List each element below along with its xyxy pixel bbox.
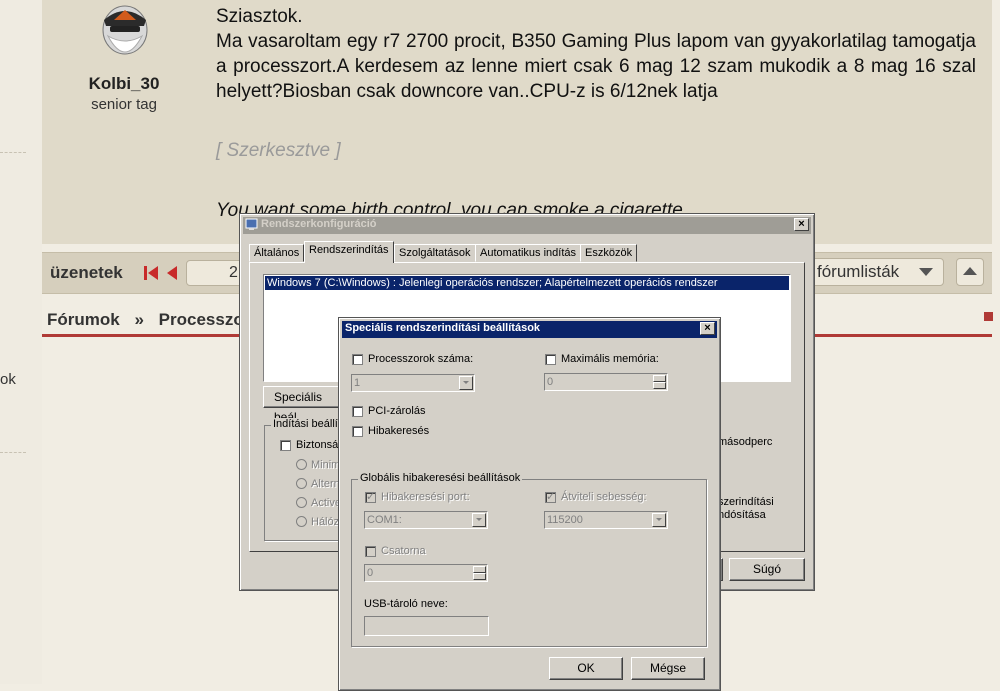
debug-port-select[interactable]: COM1:	[364, 511, 488, 529]
post-body: Sziasztok. Ma vasaroltam egy r7 2700 pro…	[216, 4, 976, 104]
divider	[0, 452, 26, 453]
max-memory-checkbox[interactable]	[545, 354, 556, 365]
channel-spinner[interactable]: 0	[364, 564, 488, 582]
spin-up-icon[interactable]	[473, 566, 486, 573]
left-column	[0, 0, 42, 684]
radio-alternate-label: Altern	[311, 478, 340, 490]
close-button[interactable]: ×	[794, 218, 809, 231]
breadcrumb-separator: »	[134, 310, 144, 329]
chevron-down-icon	[459, 376, 473, 390]
marker-square	[984, 312, 993, 321]
baud-rate-label: Átviteli sebesség:	[561, 491, 647, 503]
chevron-down-icon	[652, 513, 666, 527]
radio-network[interactable]	[296, 516, 307, 527]
username[interactable]: Kolbi_30	[60, 74, 188, 94]
radio-alternate[interactable]	[296, 478, 307, 489]
max-memory-label: Maximális memória:	[561, 353, 659, 365]
page-selector[interactable]: 2	[186, 260, 246, 286]
tab-boot[interactable]: Rendszerindítás	[304, 241, 394, 263]
close-button[interactable]: ×	[700, 322, 715, 335]
forum-lists-select[interactable]: fórumlisták	[808, 258, 944, 286]
help-button[interactable]: Súgó	[729, 558, 805, 581]
debug-label: Hibakeresés	[368, 425, 430, 437]
radio-minimal[interactable]	[296, 459, 307, 470]
dialog-title: Speciális rendszerindítási beállítások	[345, 322, 541, 334]
baud-rate-checkbox[interactable]	[545, 490, 556, 503]
prev-page-icon[interactable]	[166, 264, 178, 282]
num-processors-checkbox[interactable]	[352, 354, 363, 365]
permanent-text-1: szerindítási	[718, 496, 774, 508]
ok-button[interactable]: OK	[549, 657, 623, 680]
usb-target-label: USB-tároló neve:	[364, 598, 448, 610]
messages-label: üzenetek	[50, 263, 123, 282]
chevron-up-icon	[963, 267, 977, 275]
user-rank: senior tag	[91, 96, 157, 113]
spin-up-icon[interactable]	[653, 375, 666, 382]
timeout-unit: másodperc	[718, 436, 773, 448]
debug-checkbox[interactable]	[352, 426, 363, 437]
pci-lock-checkbox[interactable]	[352, 406, 363, 417]
group-title: Indítási beállít	[271, 418, 343, 430]
cancel-button[interactable]: Mégse	[631, 657, 705, 680]
num-processors-select[interactable]: 1	[351, 374, 475, 392]
baud-rate-select[interactable]: 115200	[544, 511, 668, 529]
post-line: Ma vasaroltam egy r7 2700 procit, B350 G…	[216, 31, 976, 102]
system-config-icon	[245, 218, 258, 230]
max-memory-value: 0	[547, 376, 554, 388]
safe-boot-checkbox[interactable]	[280, 440, 291, 451]
debug-port-label: Hibakeresési port:	[381, 491, 470, 503]
title-bar[interactable]: Rendszerkonfiguráció ×	[243, 217, 811, 234]
pci-lock-label: PCI-zárolás	[368, 405, 426, 417]
breadcrumb: Fórumok » Processzo	[47, 310, 244, 330]
breadcrumb-home[interactable]: Fórumok	[47, 310, 120, 329]
tab-tools[interactable]: Eszközök	[580, 244, 638, 262]
group-title: Globális hibakeresési beállítások	[358, 472, 523, 484]
radio-network-label: Hálóz	[311, 516, 340, 528]
debug-port-value: COM1:	[367, 514, 402, 526]
num-processors-label: Processzorok száma:	[368, 353, 474, 365]
chevron-down-icon	[472, 513, 486, 527]
edited-link[interactable]: [ Szerkesztve ]	[216, 140, 341, 162]
divider	[0, 152, 26, 153]
radio-minimal-label: Minim	[311, 459, 341, 471]
forum-lists-label: fórumlisták	[817, 262, 900, 281]
usb-target-input[interactable]	[364, 616, 489, 636]
boot-entry-selected[interactable]: Windows 7 (C:\Windows) : Jelenlegi operá…	[265, 276, 789, 290]
spin-down-icon[interactable]	[653, 382, 666, 389]
channel-checkbox[interactable]	[365, 546, 376, 557]
tab-general[interactable]: Általános	[249, 244, 305, 262]
title-bar[interactable]: Speciális rendszerindítási beállítások ×	[342, 321, 717, 338]
advanced-options-button[interactable]: Speciális beál	[263, 386, 345, 424]
chevron-down-icon	[919, 268, 933, 276]
side-text: ok	[0, 371, 16, 388]
safe-boot-label: Biztonsá	[296, 439, 339, 451]
tab-services[interactable]: Szolgáltatások	[394, 244, 476, 262]
radio-active-directory-label: Active	[311, 497, 341, 509]
channel-value: 0	[367, 567, 374, 579]
radio-active-directory[interactable]	[296, 497, 307, 508]
baud-rate-value: 115200	[547, 514, 583, 526]
max-memory-spinner[interactable]: 0	[544, 373, 668, 391]
channel-label: Csatorna	[381, 545, 426, 557]
permanent-text-2: ndósítása	[718, 509, 766, 521]
num-processors-value: 1	[354, 377, 361, 389]
first-page-icon[interactable]	[144, 264, 160, 282]
scroll-up-button[interactable]	[956, 258, 984, 286]
tab-startup[interactable]: Automatikus indítás	[475, 244, 581, 262]
breadcrumb-current[interactable]: Processzo	[159, 310, 244, 329]
user-avatar	[102, 5, 148, 55]
spin-down-icon[interactable]	[473, 573, 486, 580]
debug-port-checkbox[interactable]	[365, 490, 376, 503]
post-line: Sziasztok.	[216, 6, 303, 27]
window-title: Rendszerkonfiguráció	[261, 218, 377, 230]
